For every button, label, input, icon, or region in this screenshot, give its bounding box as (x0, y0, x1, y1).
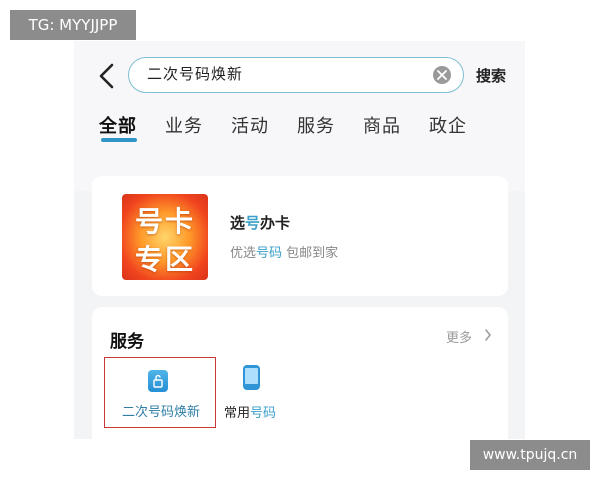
service-item-number-renewal[interactable]: 二次号码焕新 (104, 357, 216, 428)
promo-subtitle: 优选号码 包邮到家 (230, 246, 339, 261)
app-screen: 二次号码焕新 搜索 全部 业务 活动 服务 商品 政企 号卡 专区 选号办卡 优… (74, 41, 525, 439)
chevron-right-icon[interactable] (484, 329, 492, 341)
promo-card[interactable]: 号卡 专区 选号办卡 优选号码 包邮到家 (92, 176, 508, 296)
promo-title: 选号办卡 (230, 214, 291, 232)
services-title: 服务 (110, 332, 144, 352)
phone-screen (245, 368, 258, 384)
tab-government[interactable]: 政企 (429, 112, 467, 138)
search-button[interactable]: 搜索 (476, 65, 506, 86)
clear-icon[interactable] (433, 66, 451, 84)
number-card-badge: 号卡 专区 (122, 194, 208, 280)
site-watermark: www.tpujq.cn (470, 440, 590, 470)
tab-goods[interactable]: 商品 (363, 112, 401, 138)
lock-phone-icon (148, 370, 168, 392)
tab-service[interactable]: 服务 (297, 112, 335, 138)
tab-all[interactable]: 全部 (99, 112, 137, 138)
badge-line2: 专区 (134, 243, 195, 276)
tab-business[interactable]: 业务 (165, 112, 203, 138)
search-input[interactable]: 二次号码焕新 (147, 58, 243, 91)
more-link[interactable]: 更多 (446, 327, 472, 346)
smartphone-icon[interactable] (243, 365, 260, 390)
badge-line1: 号卡 (134, 205, 195, 238)
service-item-label: 二次号码焕新 (121, 405, 200, 420)
tg-label: TG: MYYJJPP (10, 10, 136, 40)
search-box[interactable]: 二次号码焕新 (128, 57, 464, 93)
services-card: 服务 更多 二次号码焕新 常用号码 (92, 307, 508, 439)
tab-activity[interactable]: 活动 (231, 112, 269, 138)
back-arrow-icon[interactable] (96, 63, 118, 89)
service-item-common-numbers[interactable]: 常用号码 (224, 402, 276, 421)
active-tab-indicator (101, 138, 137, 142)
